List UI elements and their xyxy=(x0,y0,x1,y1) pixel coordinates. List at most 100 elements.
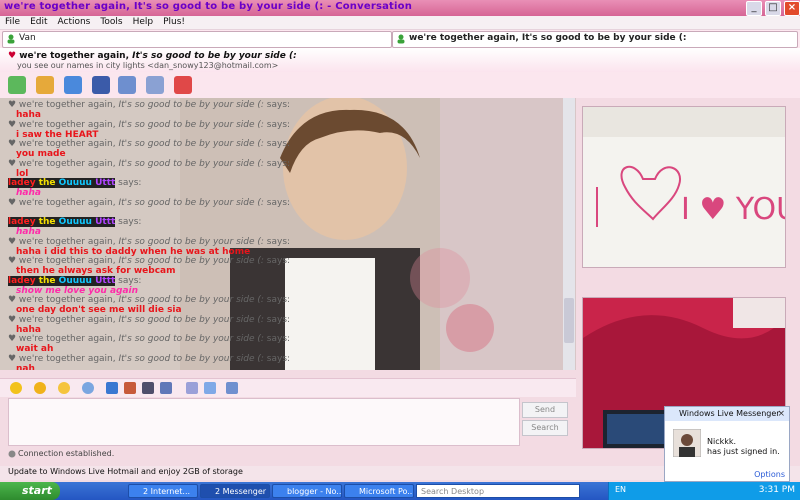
webcam-view-contact[interactable]: I ♥ YOU! xyxy=(582,106,786,268)
sender-name: ♥ we're together again, xyxy=(8,314,119,325)
sender-line: ♥ we're together again, It's so good to … xyxy=(8,237,290,247)
conversation-header: ♥ we're together again, It's so good to … xyxy=(0,48,800,72)
font-icon[interactable] xyxy=(106,382,118,394)
call-icon[interactable] xyxy=(92,76,110,94)
nick-word: ladey xyxy=(8,178,39,188)
message-text: then he always ask for webcam xyxy=(16,266,176,276)
menu-plus[interactable]: Plus! xyxy=(158,16,190,29)
says-suffix: says: xyxy=(115,275,142,286)
message-header: ♥ we're together again, It's so good to … xyxy=(8,139,290,149)
notification-contact-name: Nickkk. xyxy=(707,437,737,446)
message-header: ♥ we're together again, It's so good to … xyxy=(8,198,290,208)
webcam-image: I ♥ YOU! xyxy=(583,107,785,267)
says-suffix: says: xyxy=(263,314,291,325)
sender-name-italic: It's so good to be by your side (: xyxy=(118,295,264,305)
other-sender-name: ladey the Ouuuu Uttt xyxy=(8,217,116,227)
formatting-bar xyxy=(0,378,576,397)
send-files-icon[interactable] xyxy=(36,76,54,94)
menu-file[interactable]: File xyxy=(0,16,25,29)
nick-word: Uttt xyxy=(95,275,116,286)
sender-name: ♥ we're together again, xyxy=(8,197,119,208)
voice-clip-icon[interactable] xyxy=(58,382,70,394)
task-messenger[interactable]: 2 Messenger xyxy=(200,484,270,498)
nick-word: Ouuuu xyxy=(58,178,96,188)
contact-name-italic: It's so good to be by your side (: xyxy=(132,51,297,61)
message-text: haha xyxy=(16,227,41,237)
menu-actions[interactable]: Actions xyxy=(53,16,96,29)
sender-name: ♥ we're together again, xyxy=(8,334,119,344)
maximize-icon[interactable]: □ xyxy=(765,1,781,16)
wink-icon[interactable] xyxy=(34,382,46,394)
contact-tab-current[interactable]: we're together again, It's so good to be… xyxy=(392,31,798,48)
send-button[interactable]: Send xyxy=(522,402,568,418)
buddy-icon xyxy=(7,34,15,44)
nick-word: ladey xyxy=(8,217,39,227)
message-header: ♥ we're together again, It's so good to … xyxy=(8,315,290,325)
start-button[interactable]: start xyxy=(0,482,60,500)
sender-name-italic: It's so good to be by your side (: xyxy=(118,158,264,169)
pen-icon[interactable] xyxy=(204,382,216,394)
scrollbar-thumb[interactable] xyxy=(564,298,574,343)
close-icon[interactable]: × xyxy=(784,1,800,16)
sender-name-italic: It's so good to be by your side (: xyxy=(118,353,264,364)
contact-name-plain: we're together again, xyxy=(19,51,133,61)
sender-name-italic: It's so good to be by your side (: xyxy=(118,139,264,149)
message-header: ♥ we're together again, It's so good to … xyxy=(8,334,290,344)
nick-word: the xyxy=(38,178,59,188)
chat-history[interactable]: ♥ we're together again, It's so good to … xyxy=(0,98,576,370)
sender-name: ♥ we're together again, xyxy=(8,353,119,364)
contact-tab-van[interactable]: Van xyxy=(2,31,392,48)
sender-line: ♥ we're together again, It's so good to … xyxy=(8,198,290,208)
sender-name: ♥ we're together again, xyxy=(8,256,119,266)
chat-scrollbar[interactable] xyxy=(563,98,575,370)
notification-options-link[interactable]: Options xyxy=(754,470,785,479)
says-suffix: says: xyxy=(115,217,142,227)
nudge-icon[interactable] xyxy=(82,382,94,394)
sender-name: ♥ we're together again, xyxy=(8,295,119,305)
window-title: we're together again, It's so good to be… xyxy=(4,1,413,12)
block-icon[interactable] xyxy=(174,76,192,94)
signin-notification[interactable]: Windows Live Messenger × Nickkk. has jus… xyxy=(664,406,790,482)
activities-icon[interactable] xyxy=(146,76,164,94)
share-folders-icon[interactable] xyxy=(118,76,136,94)
menu-edit[interactable]: Edit xyxy=(25,16,52,29)
sender-name-italic: It's so good to be by your side (: xyxy=(118,100,264,110)
task-blogger[interactable]: blogger - No... xyxy=(272,484,342,498)
says-suffix: says: xyxy=(263,236,291,247)
sender-name: ♥ we're together again, xyxy=(8,158,119,169)
minimize-icon[interactable]: _ xyxy=(746,1,762,16)
other-sender-name: ladey the Ouuuu Uttt xyxy=(8,178,116,188)
invite-icon[interactable] xyxy=(8,76,26,94)
message-input[interactable] xyxy=(8,398,520,446)
clock: 3:31 PM xyxy=(758,485,795,495)
message-text: one day don't see me will die sia xyxy=(16,305,182,315)
menu-tools[interactable]: Tools xyxy=(95,16,127,29)
language-indicator[interactable]: EN xyxy=(615,485,626,494)
menu-help[interactable]: Help xyxy=(128,16,159,29)
more-icon[interactable] xyxy=(226,382,238,394)
video-call-icon[interactable] xyxy=(64,76,82,94)
close-icon[interactable]: × xyxy=(777,407,785,421)
update-message[interactable]: Update to Windows Live Hotmail and enjoy… xyxy=(8,467,243,476)
notification-status: has just signed in. xyxy=(707,447,780,456)
sender-line: ♥ we're together again, It's so good to … xyxy=(8,120,290,130)
task-powerpoint[interactable]: Microsoft Po... xyxy=(344,484,414,498)
nick-word: Uttt xyxy=(95,178,116,188)
contact-tab-label: Van xyxy=(19,33,36,43)
background-icon[interactable] xyxy=(124,382,136,394)
text-format-icon[interactable] xyxy=(186,382,198,394)
games-icon[interactable] xyxy=(142,382,154,394)
desktop-search-input[interactable]: Search Desktop xyxy=(416,484,580,498)
message-header: ♥ we're together again, It's so good to … xyxy=(8,295,290,305)
sender-name: ♥ we're together again, xyxy=(8,139,119,149)
emoticon-icon[interactable] xyxy=(10,382,22,394)
says-suffix: says: xyxy=(263,100,291,110)
contact-subline: you see our names in city lights <dan_sn… xyxy=(17,61,279,70)
handwriting-icon[interactable] xyxy=(160,382,172,394)
search-button[interactable]: Search xyxy=(522,420,568,436)
sender-name-italic: It's so good to be by your side (: xyxy=(118,334,264,344)
message-header: ladey the Ouuuu Uttt says: xyxy=(8,275,142,286)
task-internet[interactable]: 2 Internet... xyxy=(128,484,198,498)
message-text: haha xyxy=(16,324,41,335)
message-text: haha i did this to daddy when he was at … xyxy=(16,246,251,257)
